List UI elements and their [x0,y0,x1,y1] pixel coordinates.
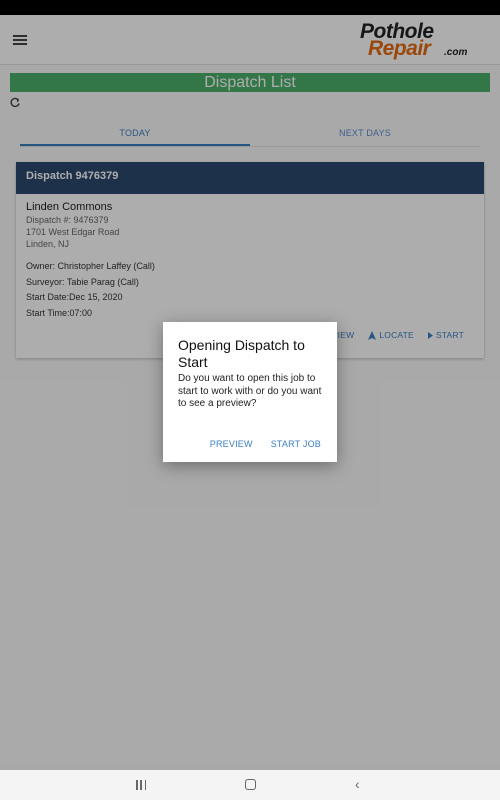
status-bar [0,0,500,15]
dialog-start-job-button[interactable]: START JOB [271,439,321,449]
system-nav-bar: ‹ [0,770,500,800]
dialog-title: Opening Dispatch to Start [178,337,305,370]
back-icon[interactable]: ‹ [355,777,360,791]
recent-apps-icon[interactable] [136,780,146,790]
open-dispatch-dialog: Opening Dispatch to Start Do you want to… [163,322,337,462]
dialog-preview-button[interactable]: PREVIEW [210,439,253,449]
dialog-actions: PREVIEW START JOB [210,439,321,449]
home-icon[interactable] [245,779,256,790]
dialog-message: Do you want to open this job to start to… [178,373,322,409]
